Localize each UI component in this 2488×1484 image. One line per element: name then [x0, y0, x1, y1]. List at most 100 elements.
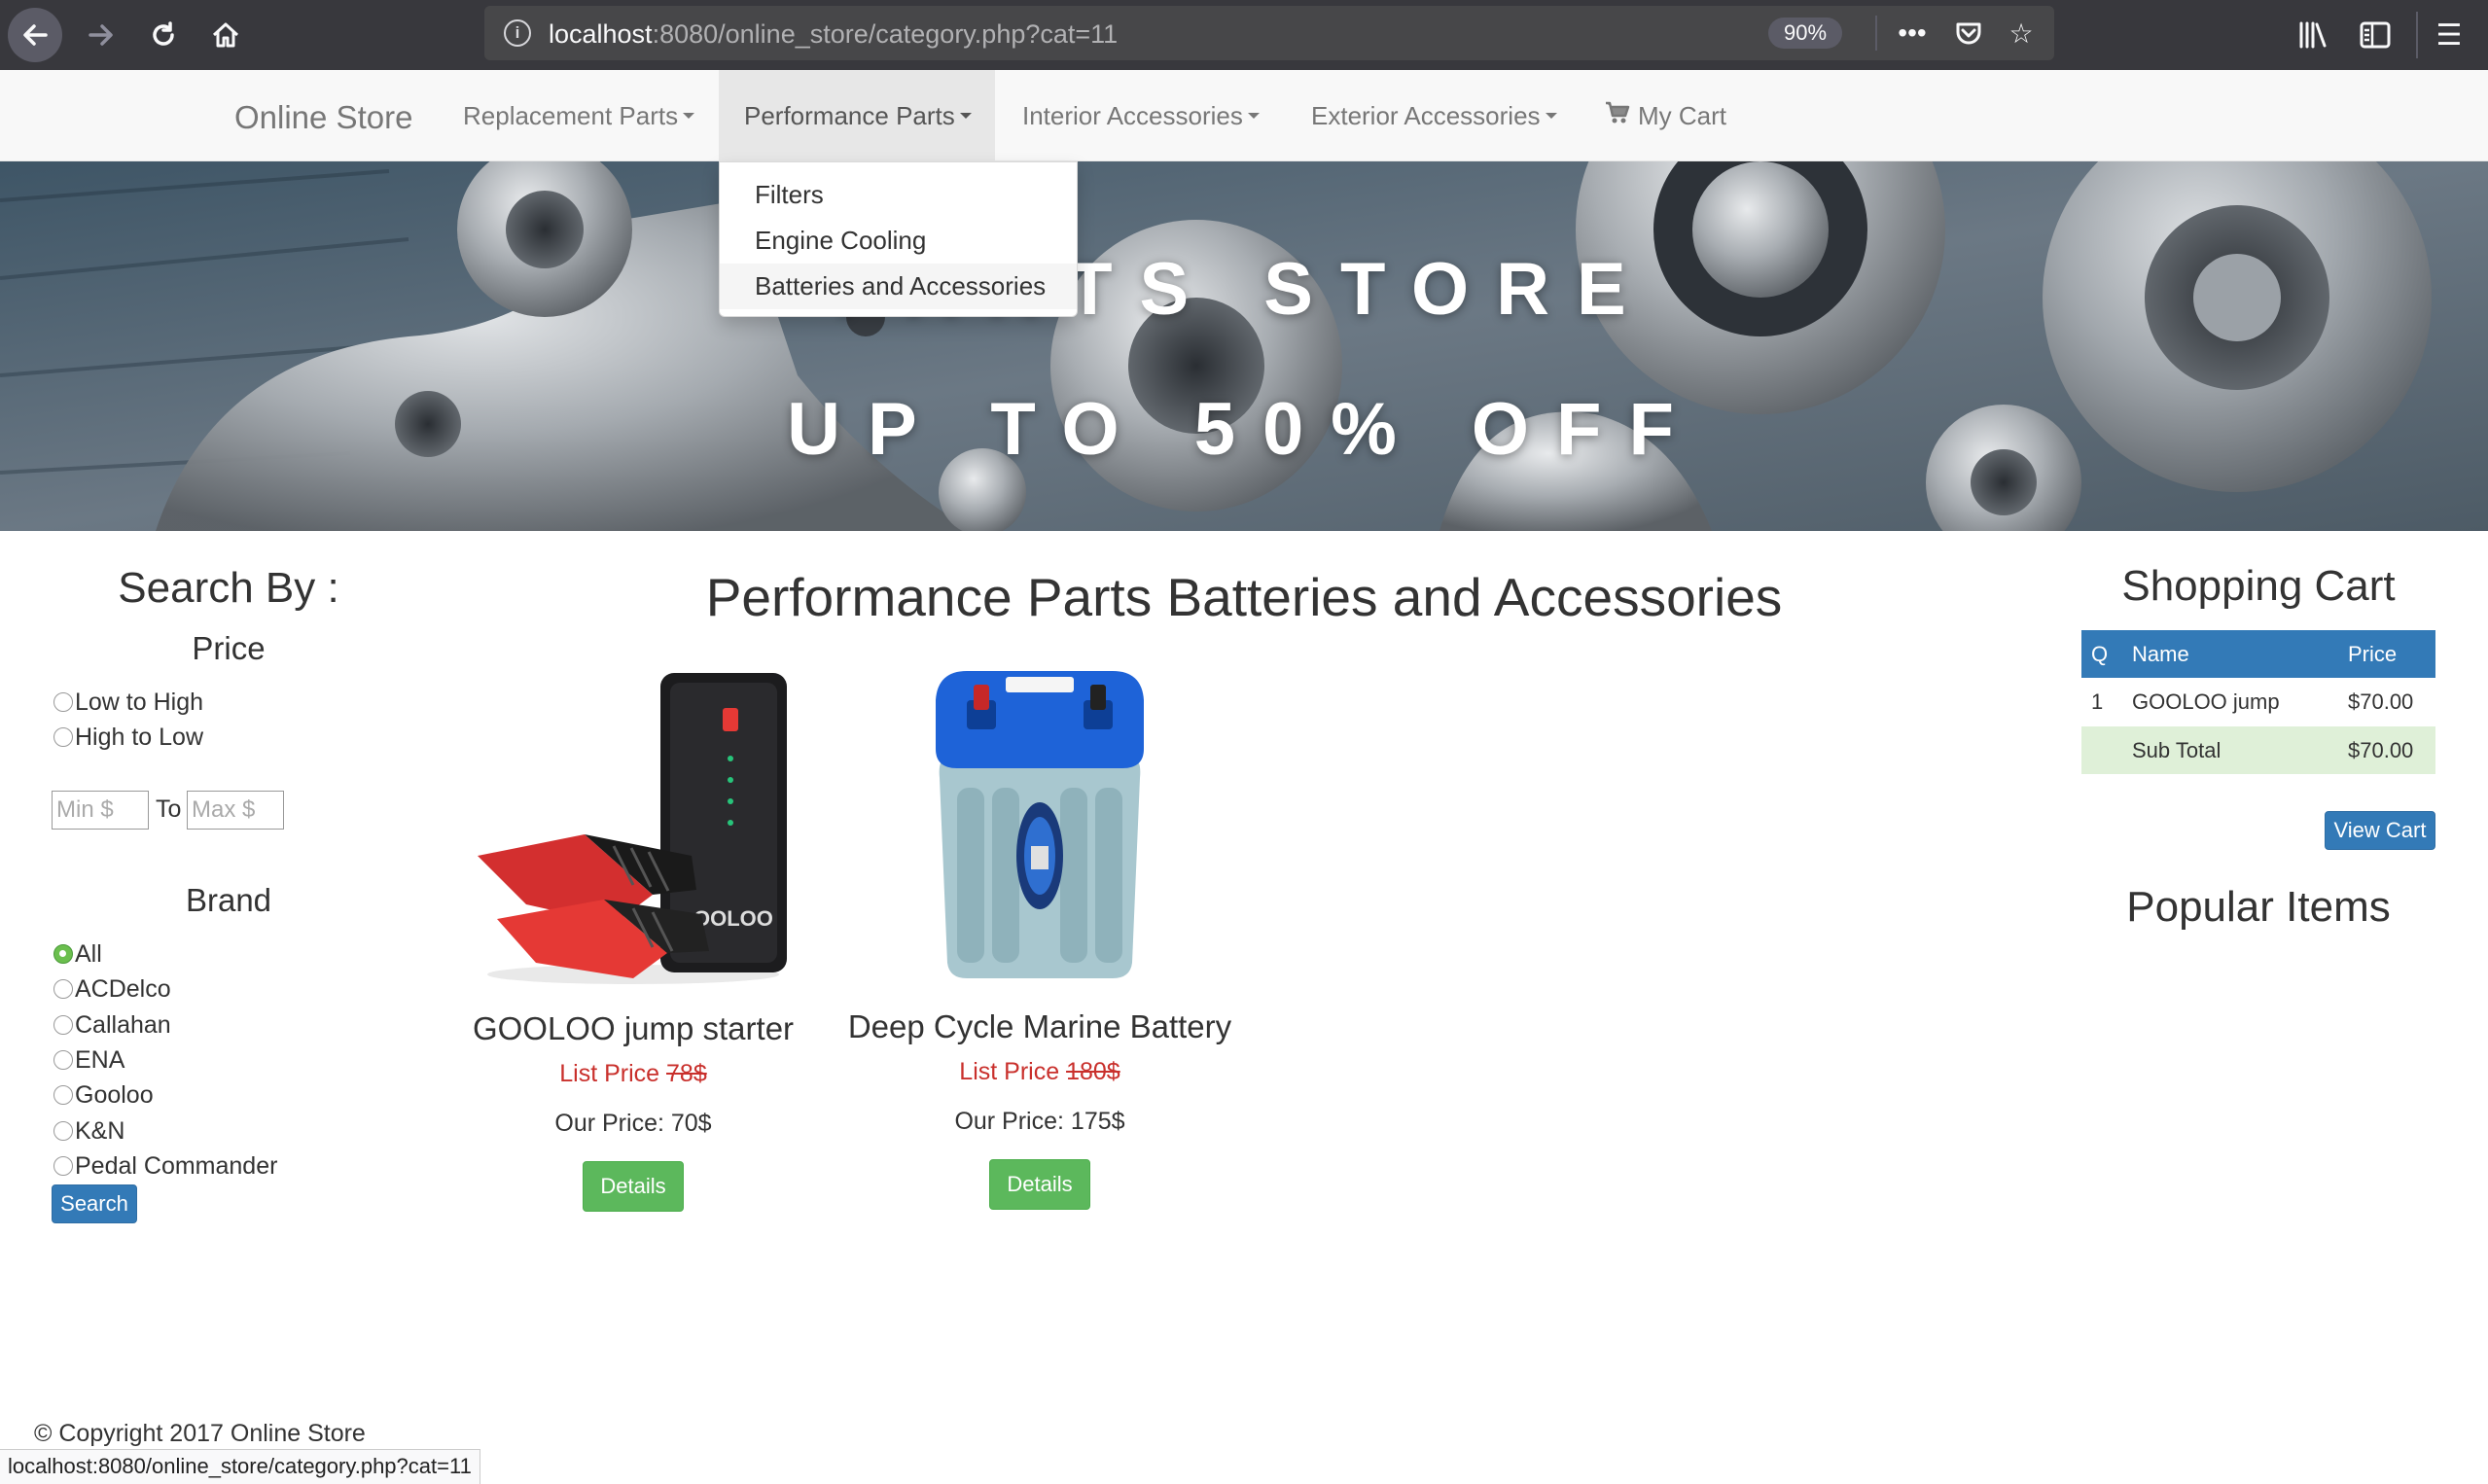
- our-price-value: 175$: [1070, 1108, 1125, 1135]
- list-price-value: 180$: [1066, 1058, 1120, 1085]
- sort-low-to-high[interactable]: Low to High: [53, 686, 203, 719]
- details-button[interactable]: Details: [989, 1159, 1090, 1210]
- radio-label: High to Low: [75, 723, 204, 751]
- radio-button[interactable]: [53, 944, 73, 964]
- hero-banner: PARTS STORE UP TO 50% OFF: [0, 161, 2488, 531]
- our-price-value: 70$: [670, 1110, 712, 1137]
- cart-table: Q Name Price 1 GOOLOO jump $70.00 Sub To…: [2081, 630, 2435, 774]
- column-header: Name: [2122, 630, 2338, 678]
- nav-interior-accessories[interactable]: Interior Accessories: [1009, 70, 1273, 161]
- marine-battery-image[interactable]: [928, 661, 1152, 992]
- nav-label: Performance Parts: [744, 100, 955, 130]
- brand-kn[interactable]: K&N: [53, 1114, 124, 1148]
- info-icon[interactable]: i: [504, 19, 531, 47]
- brand-heading: Brand: [185, 882, 272, 918]
- svg-text:OOLOO: OOLOO: [693, 906, 773, 931]
- view-cart-button[interactable]: View Cart: [2325, 811, 2435, 850]
- radio-label: All: [75, 939, 102, 968]
- cart-item-price: $70.00: [2348, 689, 2414, 714]
- popular-items-heading: Popular Items: [2126, 883, 2391, 931]
- radio-button[interactable]: [53, 1121, 73, 1141]
- engine-parts-background-image: [0, 161, 2488, 531]
- nav-replacement-parts[interactable]: Replacement Parts: [449, 70, 708, 161]
- caret-down-icon: [683, 113, 695, 119]
- url-host: localhost: [549, 19, 653, 49]
- performance-parts-dropdown: Filters Engine Cooling Batteries and Acc…: [719, 161, 1078, 317]
- caret-down-icon: [1545, 113, 1557, 119]
- browser-toolbar: i localhost:8080/online_store/category.p…: [0, 0, 2488, 70]
- price-heading: Price: [192, 630, 266, 666]
- radio-button[interactable]: [53, 1156, 73, 1176]
- product-card: OOLOO GOOLOO jump starter List Price 78$…: [434, 661, 833, 1212]
- radio-button[interactable]: [53, 692, 73, 712]
- product-name[interactable]: Deep Cycle Marine Battery: [840, 1009, 1239, 1044]
- our-price: Our Price: 70$: [434, 1110, 833, 1138]
- radio-button[interactable]: [53, 1085, 73, 1105]
- radio-label: Low to High: [75, 688, 204, 716]
- dropdown-item-filters[interactable]: Filters: [720, 172, 1077, 218]
- nav-performance-parts[interactable]: Performance Parts: [719, 70, 995, 161]
- brand-link[interactable]: Online Store: [234, 99, 412, 136]
- brand-callahan[interactable]: Callahan: [53, 1008, 171, 1042]
- url-text[interactable]: localhost:8080/online_store/category.php…: [549, 19, 1118, 50]
- bookmark-star-icon[interactable]: ☆: [2004, 16, 2039, 51]
- sidebar-toggle-icon[interactable]: [2354, 14, 2397, 56]
- reload-icon[interactable]: [136, 8, 191, 62]
- radio-label: ENA: [75, 1045, 125, 1074]
- caret-down-icon: [1247, 113, 1260, 119]
- radio-button[interactable]: [53, 979, 73, 999]
- radio-label: K&N: [75, 1116, 125, 1145]
- max-price-input[interactable]: Max $: [187, 791, 284, 830]
- sort-high-to-low[interactable]: High to Low: [53, 721, 203, 754]
- brand-acdelco[interactable]: ACDelco: [53, 972, 171, 1006]
- home-icon[interactable]: [198, 8, 253, 62]
- product-card: Deep Cycle Marine Battery List Price 180…: [840, 661, 1239, 1210]
- our-price-label: Our Price:: [554, 1110, 664, 1137]
- list-price-label: List Price: [959, 1058, 1060, 1085]
- search-button[interactable]: Search: [52, 1184, 137, 1223]
- hero-subheading: UP TO 50% OFF: [787, 388, 1701, 471]
- library-icon[interactable]: [2292, 14, 2334, 56]
- nav-label: Interior Accessories: [1022, 100, 1243, 130]
- nav-my-cart[interactable]: My Cart: [1591, 70, 1740, 161]
- radio-button[interactable]: [53, 1050, 73, 1070]
- radio-label: Callahan: [75, 1010, 171, 1039]
- shopping-cart-heading: Shopping Cart: [2121, 562, 2396, 610]
- our-price-label: Our Price:: [954, 1108, 1064, 1135]
- column-header: Q: [2081, 630, 2122, 678]
- list-price-value: 78$: [666, 1060, 707, 1087]
- product-name[interactable]: GOOLOO jump starter: [434, 1011, 833, 1046]
- brand-ena[interactable]: ENA: [53, 1043, 124, 1077]
- cart-qty: 1: [2091, 689, 2104, 714]
- radio-button[interactable]: [53, 727, 73, 747]
- brand-all[interactable]: All: [53, 937, 102, 971]
- nav-label: Exterior Accessories: [1311, 100, 1541, 130]
- hero-heading: PARTS STORE: [835, 248, 1653, 331]
- price-to-label: To: [156, 795, 182, 823]
- radio-label: Pedal Commander: [75, 1151, 278, 1180]
- url-path: :8080/online_store/category.php?cat=11: [652, 19, 1119, 49]
- back-arrow-icon[interactable]: [8, 8, 62, 62]
- brand-gooloo[interactable]: Gooloo: [53, 1078, 154, 1112]
- brand-pedal-commander[interactable]: Pedal Commander: [53, 1149, 277, 1183]
- our-price: Our Price: 175$: [840, 1108, 1239, 1136]
- more-actions-icon[interactable]: •••: [1895, 16, 1930, 51]
- zoom-level-badge[interactable]: 90%: [1768, 18, 1843, 49]
- dropdown-item-engine-cooling[interactable]: Engine Cooling: [720, 218, 1077, 264]
- copyright-footer: © Copyright 2017 Online Store: [34, 1420, 366, 1447]
- jump-starter-image[interactable]: OOLOO: [468, 661, 799, 992]
- subtotal-label: Sub Total: [2122, 726, 2338, 774]
- nav-exterior-accessories[interactable]: Exterior Accessories: [1297, 70, 1571, 161]
- min-price-input[interactable]: Min $: [52, 791, 149, 830]
- dropdown-item-batteries[interactable]: Batteries and Accessories: [720, 264, 1077, 309]
- subtotal-value: $70.00: [2338, 726, 2435, 774]
- radio-label: ACDelco: [75, 974, 171, 1003]
- column-header: Price: [2338, 630, 2435, 678]
- address-bar[interactable]: i localhost:8080/online_store/category.p…: [484, 6, 2054, 60]
- forward-arrow-icon[interactable]: [74, 8, 128, 62]
- radio-button[interactable]: [53, 1015, 73, 1035]
- pocket-icon[interactable]: [1951, 16, 1986, 51]
- hamburger-menu-icon[interactable]: ☰: [2428, 14, 2470, 56]
- details-button[interactable]: Details: [583, 1161, 684, 1212]
- list-price-label: List Price: [559, 1060, 660, 1087]
